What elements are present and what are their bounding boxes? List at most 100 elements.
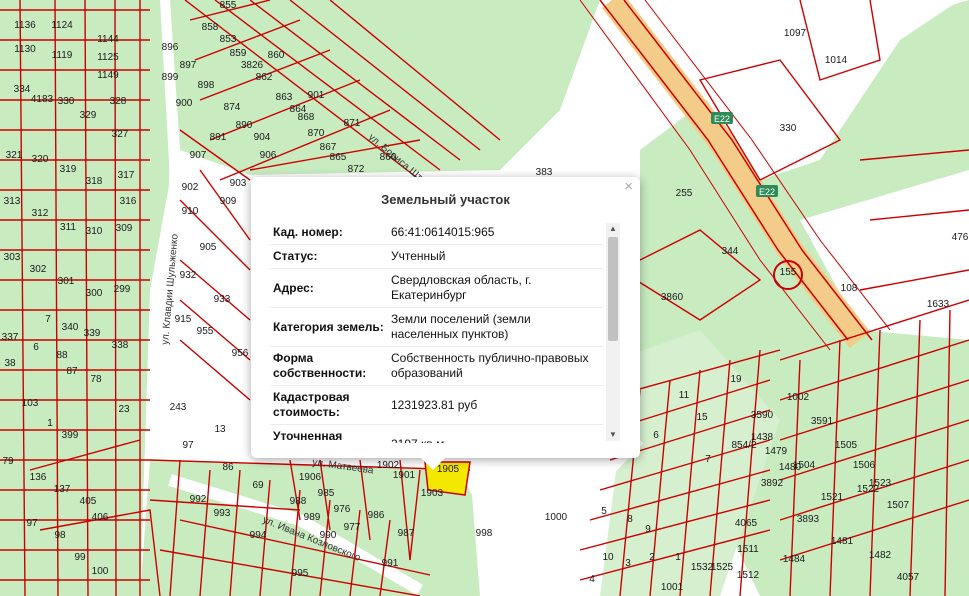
properties-table: Кад. номер: 66:41:0614015:965 Статус: Уч… (270, 221, 603, 443)
parcel-number-label: 1 (675, 552, 681, 563)
highway-badge-text: E22 (759, 187, 775, 197)
close-icon[interactable]: × (624, 179, 633, 195)
property-value: 1231923.81 руб (388, 385, 603, 425)
highway-badge-e22-1: E22 (711, 112, 733, 124)
parcel-number-label: 998 (476, 528, 493, 539)
parcel-number-label: 1 (47, 418, 53, 429)
parcel-number-label: 1906 (299, 472, 322, 483)
parcel-number-label: 321 (6, 150, 23, 161)
parcel-number-label: 329 (80, 110, 97, 121)
parcel-number-label: 915 (175, 314, 192, 325)
parcel-number-label: 136 (30, 472, 47, 483)
parcel-number-label: 872 (348, 164, 365, 175)
parcel-number-label: 860 (268, 50, 285, 61)
parcel-number-label: 995 (292, 568, 309, 579)
scroll-thumb[interactable] (608, 237, 618, 341)
parcel-number-label: 87 (66, 366, 78, 377)
property-value: Учтенный (388, 244, 603, 269)
parcel-number-label: 956 (232, 348, 249, 359)
parcel-number-label: 899 (162, 72, 179, 83)
popup-body[interactable]: Кад. номер: 66:41:0614015:965 Статус: Уч… (270, 221, 621, 443)
parcel-number-label: 1014 (825, 55, 848, 66)
parcel-number-label: 900 (176, 98, 193, 109)
parcel-number-label: 137 (54, 484, 71, 495)
parcel-number-label: 858 (202, 22, 219, 33)
parcel-number-label: 3892 (761, 478, 784, 489)
parcel-number-label: 1482 (869, 550, 892, 561)
property-value: 2197 кв.м (388, 424, 603, 443)
parcel-number-label: 910 (182, 206, 199, 217)
parcel-number-label: 987 (398, 528, 415, 539)
parcel-number-label: 1505 (835, 440, 858, 451)
parcel-number-label: 865 (330, 152, 347, 163)
property-value: Земли поселений (земли населенных пункто… (388, 307, 603, 347)
parcel-number-label: 866 (380, 152, 397, 163)
parcel-number-label: 339 (84, 328, 101, 339)
parcel-number-label: 1521 (821, 492, 844, 503)
parcel-number-label: 904 (254, 132, 271, 143)
parcel-number-label: 13 (214, 424, 226, 435)
parcel-number-label: 989 (304, 512, 321, 523)
parcel-number-label: 897 (180, 60, 197, 71)
parcel-number-label: 97 (182, 440, 194, 451)
scroll-up-icon[interactable]: ▲ (606, 223, 620, 235)
parcel-number-label: 955 (197, 326, 214, 337)
highway-badge-text: E22 (714, 114, 730, 124)
parcel-number-label: 340 (62, 322, 79, 333)
parcel-number-label: 933 (214, 294, 231, 305)
parcel-number-label: 1144 (97, 34, 119, 45)
parcel-number-label: 38 (4, 358, 16, 369)
property-value: Свердловская область, г. Екатеринбург (388, 268, 603, 308)
parcel-info-popup: Земельный участок × Кад. номер: 66:41:06… (251, 177, 640, 470)
parcel-number-label: 1507 (887, 500, 910, 511)
property-label: Категория земель: (270, 307, 388, 347)
parcel-number-label: 1506 (853, 460, 876, 471)
parcel-number-label: 874 (224, 102, 241, 113)
parcel-number-label: 1903 (421, 488, 444, 499)
parcel-number-label: 863 (276, 92, 293, 103)
parcel-number-label: 1124 (51, 20, 73, 31)
parcel-number-label: 300 (86, 288, 103, 299)
parcel-number-label: 1901 (393, 470, 416, 481)
parcel-number-label: 1125 (97, 52, 119, 63)
parcel-number-label: 988 (290, 496, 307, 507)
parcel-number-label: 976 (334, 504, 351, 515)
parcel-number-label: 1000 (545, 512, 568, 523)
parcel-number-label: 855 (220, 0, 237, 11)
property-label: Форма собственности: (270, 346, 388, 386)
parcel-number-label: 909 (220, 196, 237, 207)
table-row: Уточненная площадь: 2197 кв.м (270, 424, 603, 443)
parcel-number-label: 1523 (869, 478, 892, 489)
parcel-number-label: 4 (589, 574, 595, 585)
property-label: Статус: (270, 244, 388, 269)
popup-scrollbar[interactable]: ▲ ▼ (606, 223, 620, 441)
highway-badge-e22-2: E22 (756, 185, 778, 197)
parcel-number-label: 994 (250, 530, 267, 541)
parcel-number-label: 334 (14, 84, 31, 95)
parcel-number-label: 11 (679, 390, 690, 401)
parcel-number-label: 255 (676, 188, 693, 199)
parcel-number-label: 1532 (691, 562, 714, 573)
parcel-number-label: 1001 (661, 582, 684, 593)
popup-pointer (421, 458, 445, 470)
parcel-number-label: 1504 (793, 460, 816, 471)
parcel-number-label: 1481 (831, 536, 854, 547)
parcel-number-label: 905 (200, 242, 217, 253)
parcel-number-label: 3826 (241, 60, 264, 71)
parcel-number-label: 903 (230, 178, 247, 189)
parcel-number-label: 1484 (783, 554, 806, 565)
parcel-number-label: 406 (92, 512, 109, 523)
parcel-number-label: 88 (56, 350, 68, 361)
table-row: Категория земель: Земли поселений (земли… (270, 307, 603, 347)
parcel-number-label: 870 (308, 128, 325, 139)
scroll-down-icon[interactable]: ▼ (606, 429, 620, 441)
parcel-number-label: 330 (58, 96, 75, 107)
parcel-number-label: 303 (4, 252, 21, 263)
parcel-number-label: 3 (625, 558, 631, 569)
parcel-number-label: 985 (318, 488, 335, 499)
parcel-number-label: 898 (198, 80, 215, 91)
parcel-number-label: 98 (54, 530, 66, 541)
parcel-number-label: 1633 (927, 299, 950, 310)
parcel-number-label: 330 (780, 123, 797, 134)
parcel-number-label: 328 (110, 96, 127, 107)
